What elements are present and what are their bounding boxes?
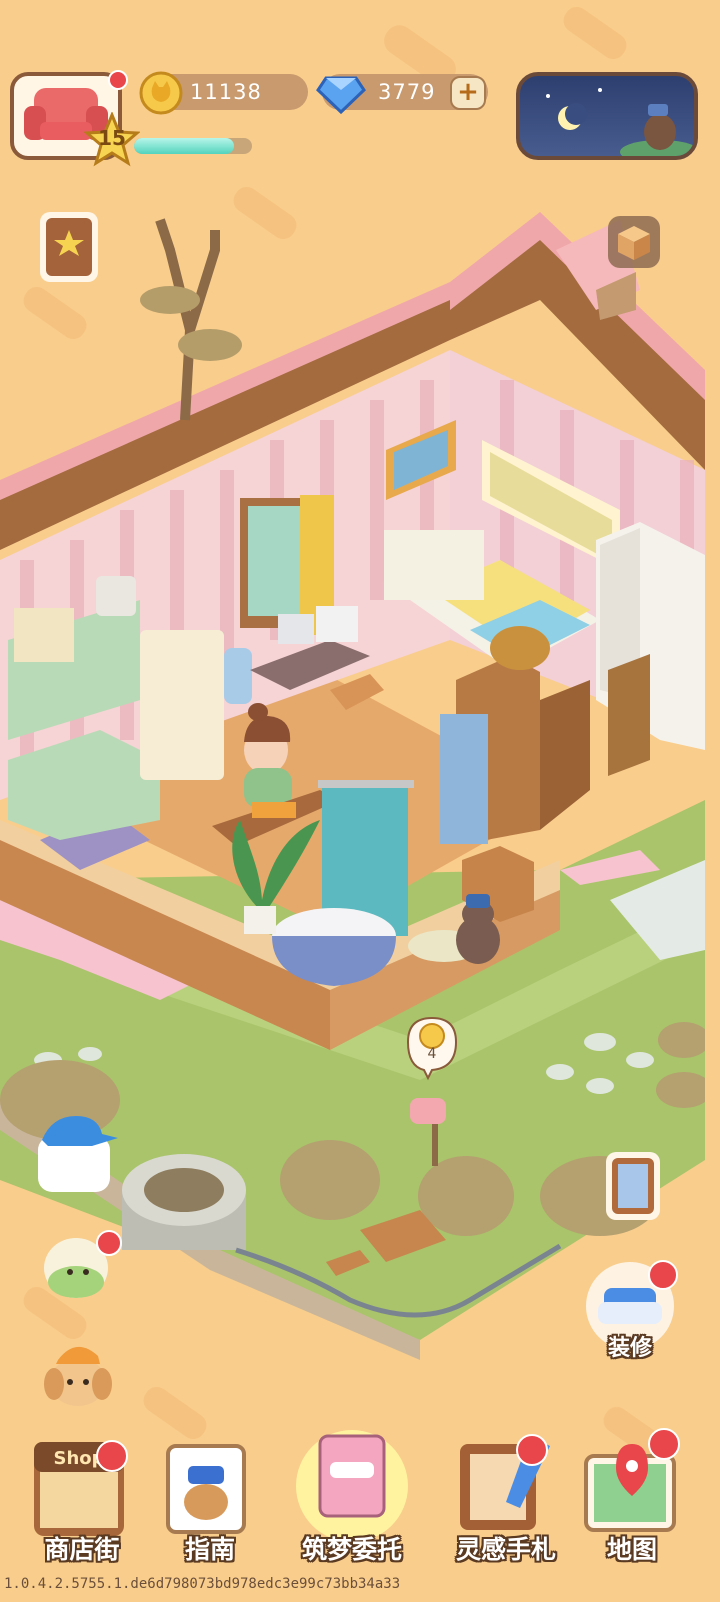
decorate-notification-badge [648,1260,678,1290]
cat-coin-icon [139,71,183,115]
nav-guide-label: 指南 [184,1535,235,1564]
xp-progress-bar [134,138,252,154]
nav-dream-commission-label: 筑梦委托 [301,1535,402,1564]
nav-map-label: 地图 [606,1535,657,1564]
blue-cap-bag-icon [38,1116,118,1192]
dog-npc-icon [44,1346,112,1406]
add-gems-button[interactable]: + [450,76,486,110]
map-notification-badge [648,1428,680,1460]
shop-notification-badge [96,1440,128,1472]
moon-night-scene-icon [546,88,694,156]
nav-shop-street-label: 商店街 [44,1535,120,1564]
nav-dream-commission[interactable]: 筑梦委托 [284,1422,420,1582]
blue-cap-bag-button[interactable] [32,1110,118,1192]
nav-shop-street[interactable]: Shop 商店街 [20,1422,144,1582]
nav-guide[interactable]: 指南 [148,1422,272,1582]
xp-progress-fill [134,138,235,154]
shop-stall-icon: Shop [34,1442,124,1536]
diamond-icon [316,76,366,115]
reward-count: 4 [427,1046,437,1062]
mirror-frame-icon[interactable] [604,1150,662,1222]
stone-well [122,1154,246,1250]
coin-amount: 11138 [190,80,262,104]
blue-cabinet [440,714,488,844]
dog-npc-button[interactable] [36,1330,116,1410]
inspiration-notification-badge [516,1434,548,1466]
storage-box-icon[interactable] [606,214,662,270]
decorate-label: 装修 [607,1336,652,1361]
standing-mirror [608,654,650,776]
day-night-widget[interactable] [516,72,698,160]
nav-inspiration-notes[interactable]: 灵感手札 [440,1422,572,1582]
pepper-notification-badge [96,1230,122,1256]
version-string: 1.0.4.2.5755.1.de6d798073bd978edc3e99c73… [4,1576,401,1592]
gem-amount: 3779 [378,80,436,104]
inspiration-journal-icon [460,1436,550,1530]
avatar-notification-badge [108,70,128,90]
guide-book-icon [166,1444,246,1534]
album-star-icon[interactable] [36,208,102,286]
notebook-icon [296,1430,408,1542]
player-level: 15 [98,126,126,150]
nav-inspiration-notes-label: 灵感手札 [455,1535,556,1564]
